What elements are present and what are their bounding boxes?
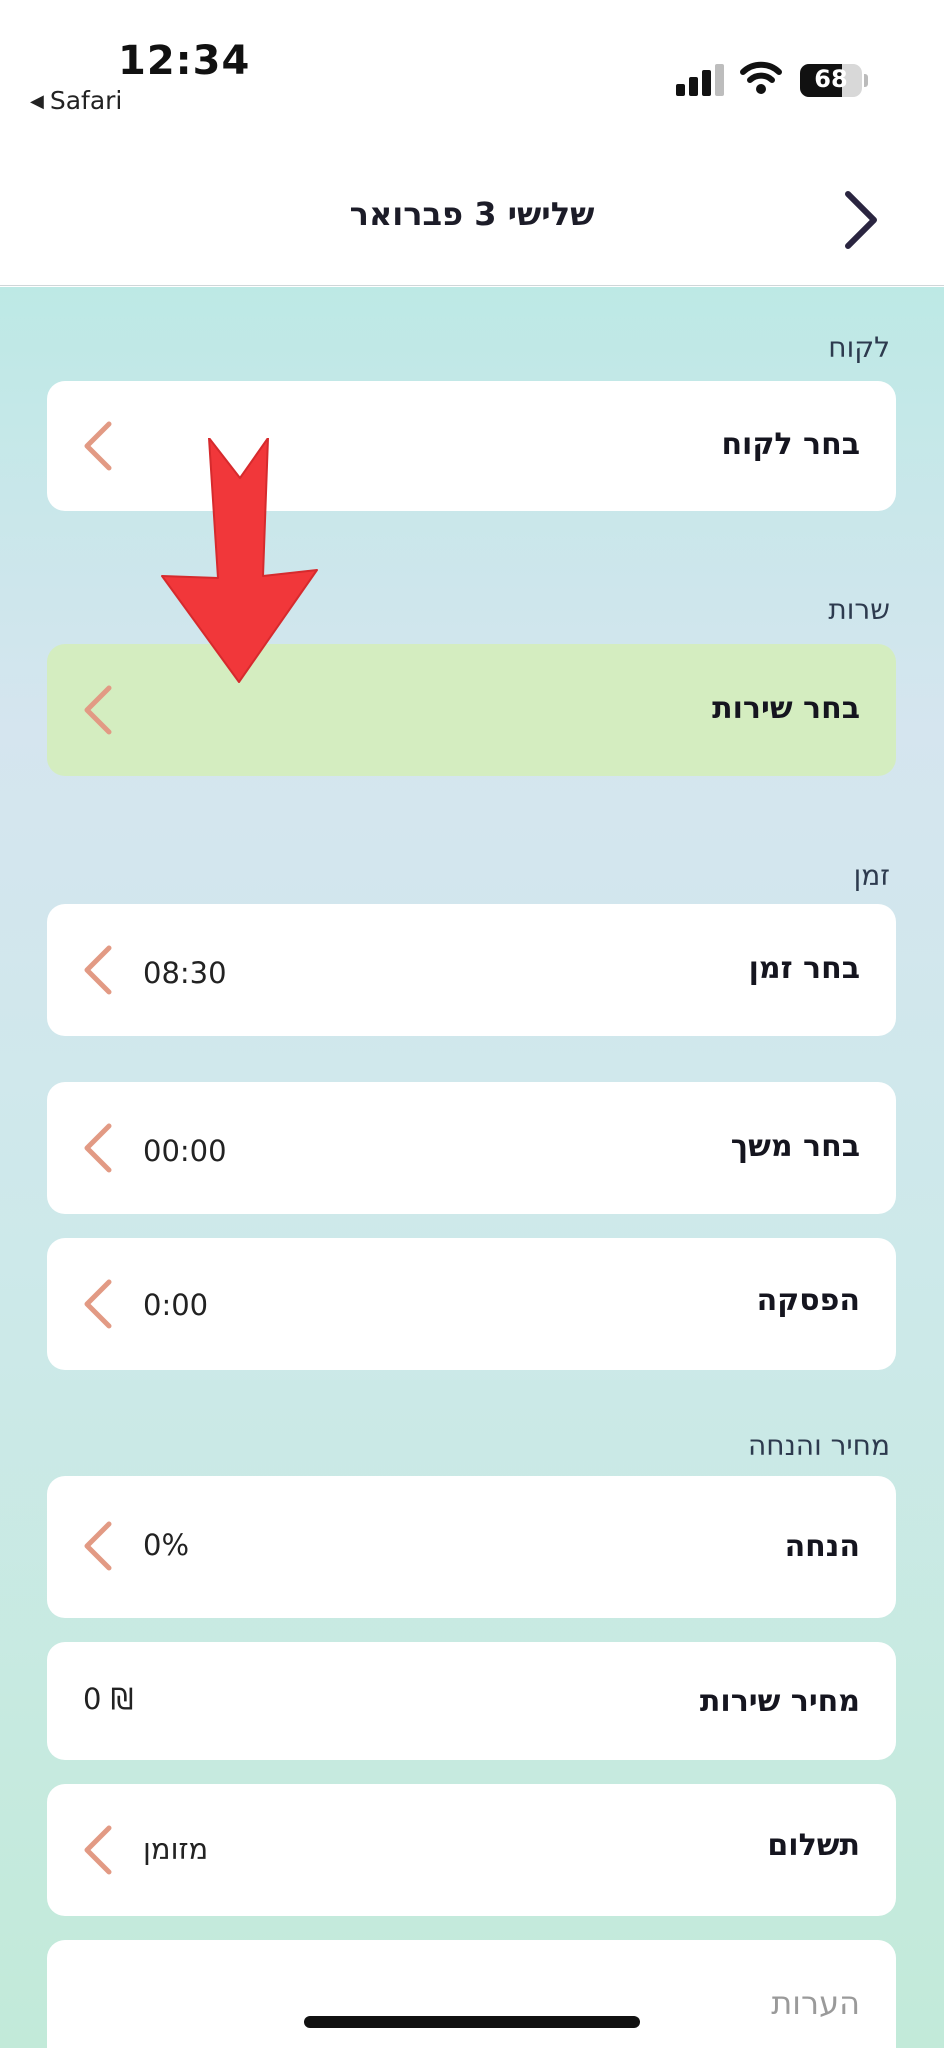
battery-tip (864, 74, 868, 87)
notes-placeholder: הערות (771, 1984, 860, 2022)
select-time-label: בחר זמן (748, 951, 860, 986)
home-indicator (304, 2016, 640, 2028)
chevron-right-icon[interactable] (838, 188, 884, 252)
service-price-value: ₪ 0 (83, 1682, 134, 1716)
duration-value: 00:00 (143, 1134, 227, 1168)
section-label-price: מחיר והנחה (748, 1429, 890, 1462)
chevron-left-icon (84, 1521, 112, 1571)
discount-value: 0% (143, 1528, 190, 1562)
section-label-time: זמן (853, 859, 890, 892)
time-value: 08:30 (143, 956, 227, 990)
battery-icon: 68 (800, 64, 862, 97)
nav-bar: שלישי 3 פברואר (0, 130, 944, 286)
discount-row[interactable]: הנחה 0% (47, 1476, 896, 1618)
service-price-row: מחיר שירות ₪ 0 (47, 1642, 896, 1760)
select-time-row[interactable]: בחר זמן 08:30 (47, 904, 896, 1036)
battery-percent: 68 (814, 65, 848, 93)
chevron-left-icon (84, 1279, 112, 1329)
cellular-signal-icon (676, 64, 726, 96)
service-price-label: מחיר שירות (699, 1684, 860, 1719)
status-time: 12:34 (118, 38, 251, 84)
wifi-icon (740, 61, 782, 94)
back-to-safari-link[interactable]: ◀ Safari (30, 86, 122, 115)
discount-label: הנחה (784, 1529, 860, 1564)
back-triangle-icon: ◀ (30, 91, 44, 112)
select-duration-label: בחר משך (730, 1129, 860, 1164)
chevron-left-icon (84, 945, 112, 995)
chevron-left-icon (84, 1123, 112, 1173)
appointment-form: לקוח בחר לקוח שרות בחר שירות זמן בחר זמן… (0, 287, 944, 2048)
break-row[interactable]: הפסקה 0:00 (47, 1238, 896, 1370)
select-duration-row[interactable]: בחר משך 00:00 (47, 1082, 896, 1214)
section-label-service: שרות (828, 593, 890, 626)
break-value: 0:00 (143, 1288, 209, 1322)
chevron-left-icon (84, 1825, 112, 1875)
status-bar: 12:34 ◀ Safari 68 (0, 0, 944, 130)
payment-row[interactable]: תשלום מזומן (47, 1784, 896, 1916)
page-title: שלישי 3 פברואר (349, 195, 595, 233)
chevron-left-icon (84, 685, 112, 735)
notes-field[interactable]: הערות (47, 1940, 896, 2048)
payment-label: תשלום (767, 1828, 860, 1863)
section-label-customer: לקוח (828, 331, 890, 364)
chevron-left-icon (84, 421, 112, 471)
red-down-arrow-icon (161, 438, 318, 683)
select-service-label: בחר שירות (712, 691, 860, 726)
break-label: הפסקה (756, 1283, 860, 1318)
back-app-label: Safari (49, 86, 123, 115)
payment-value: מזומן (143, 1832, 209, 1866)
select-customer-label: בחר לקוח (721, 427, 860, 462)
